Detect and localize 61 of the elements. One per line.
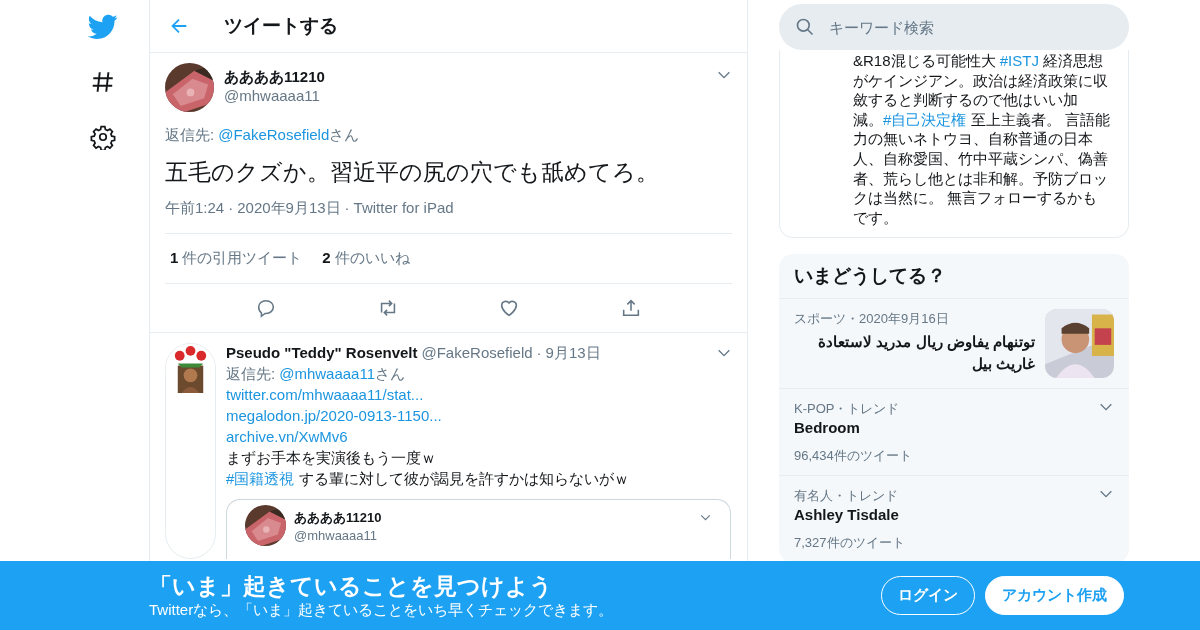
tweet-text: 五毛のクズか。習近平の尻の穴でも舐めてろ。 bbox=[165, 158, 660, 187]
link[interactable]: twitter.com/mhwaaaa11/stat... bbox=[226, 385, 424, 405]
trends-title: いまどうしてる？ bbox=[794, 264, 946, 289]
bio-text: 者、荒らし他とは非和解。予防ブロッ bbox=[853, 168, 1108, 189]
banner-title: 「いま」起きていることを見つけよう bbox=[149, 572, 554, 600]
tweet-date[interactable]: 2020年9月13日 bbox=[237, 198, 341, 218]
trend-topic: Bedroom bbox=[794, 418, 860, 439]
mention-link[interactable]: @FakeRosefield bbox=[218, 125, 330, 145]
hashtag-link[interactable]: #ISTJ bbox=[999, 51, 1039, 71]
page-title: ツイートする bbox=[224, 13, 338, 38]
trend-meta: 有名人・トレンド bbox=[794, 487, 898, 506]
bio-text: 経済思想 bbox=[1042, 51, 1104, 71]
bio-text: &R18混じる可能性大 bbox=[853, 51, 997, 71]
tweet-text: まずお手本を実演後もう一度ｗ bbox=[226, 448, 436, 468]
reply-suffix: さん bbox=[375, 364, 405, 384]
bio-text: 減。 bbox=[853, 109, 883, 130]
link[interactable]: #国籍透視 bbox=[226, 469, 295, 489]
settings-icon[interactable] bbox=[90, 124, 116, 150]
hashtag-link[interactable]: #自己決定権 bbox=[883, 109, 967, 130]
bio-text: クは当然に。 無言フォローするかも bbox=[853, 188, 1098, 208]
bio-text: です。 bbox=[853, 207, 898, 228]
hashtag-icon[interactable] bbox=[90, 69, 116, 95]
reply-label: 返信先: bbox=[165, 125, 215, 145]
link[interactable]: archive.vn/XwMv6 bbox=[226, 427, 348, 447]
mention-link[interactable]: @mhwaaaa11 bbox=[279, 364, 375, 384]
bio-text: 至上主義者。 言語能 bbox=[969, 109, 1110, 130]
bio-text: 斂すると判断するので他はいい加 bbox=[853, 90, 1078, 110]
user-name[interactable]: Pseudo "Teddy" Rosenvelt bbox=[226, 343, 418, 363]
search-icon bbox=[795, 17, 815, 37]
user-name: ああああ11210 bbox=[294, 509, 382, 527]
separator-dot: · bbox=[536, 343, 542, 363]
trend-meta: K-POP・トレンド bbox=[794, 400, 900, 419]
stat-link[interactable]: 1 件の引用ツイート bbox=[170, 247, 303, 270]
user-handle[interactable]: @FakeRosefield bbox=[421, 343, 533, 363]
tweet-source[interactable]: Twitter for iPad bbox=[353, 198, 454, 218]
user-name[interactable]: ああああ11210 bbox=[224, 67, 325, 86]
news-headline: توتنهام يفاوض ريال مدريد لاستعادة غاريث بيل bbox=[817, 332, 1035, 375]
tweet-count: 96,434件のツイート bbox=[794, 447, 912, 466]
search-field[interactable]: キーワード検索 bbox=[779, 4, 1129, 50]
signup-button[interactable]: アカウント作成 bbox=[985, 576, 1124, 615]
news-meta: スポーツ・2020年9月16日 bbox=[794, 310, 949, 329]
separator-dot: · bbox=[344, 198, 350, 218]
reply-label: 返信先: bbox=[226, 364, 276, 384]
bio-text: がケインジアン。政治は経済政策に収 bbox=[853, 70, 1108, 91]
trend-item[interactable]: K-POP・トレンド Bedroom 96,434件のツイート bbox=[779, 389, 1129, 477]
separator-dot: · bbox=[228, 198, 234, 218]
reply-suffix: さん bbox=[329, 125, 360, 145]
trend-topic: Ashley Tisdale bbox=[794, 505, 899, 526]
bio-text: 力の無いネトウヨ、自称普通の日本 bbox=[853, 129, 1093, 149]
tweet-text: する輩に対して彼が謁見を許すかは知らないがｗ bbox=[297, 469, 629, 489]
quoted-tweet-card[interactable]: ああああ11210 @mhwaaaa11 bbox=[226, 499, 731, 559]
user-handle: @mhwaaaa11 bbox=[294, 527, 378, 545]
tweet-time[interactable]: 午前1:24 bbox=[165, 198, 225, 218]
user-handle[interactable]: @mhwaaaa11 bbox=[224, 86, 320, 105]
bird-logo-icon[interactable] bbox=[88, 14, 118, 40]
tweet-date[interactable]: 9月13日 bbox=[545, 343, 716, 363]
banner-subtitle: Twitterなら、「いま」起きていることをいち早くチェックできます。 bbox=[149, 600, 614, 619]
link[interactable]: megalodon.jp/2020-0913-1150... bbox=[226, 406, 442, 426]
stat-link[interactable]: 2 件のいいね bbox=[322, 247, 410, 270]
tweet-count: 7,327件のツイート bbox=[794, 534, 905, 553]
bio-text: 人、自称愛国、竹中平蔵シンパ、偽善 bbox=[853, 148, 1108, 169]
